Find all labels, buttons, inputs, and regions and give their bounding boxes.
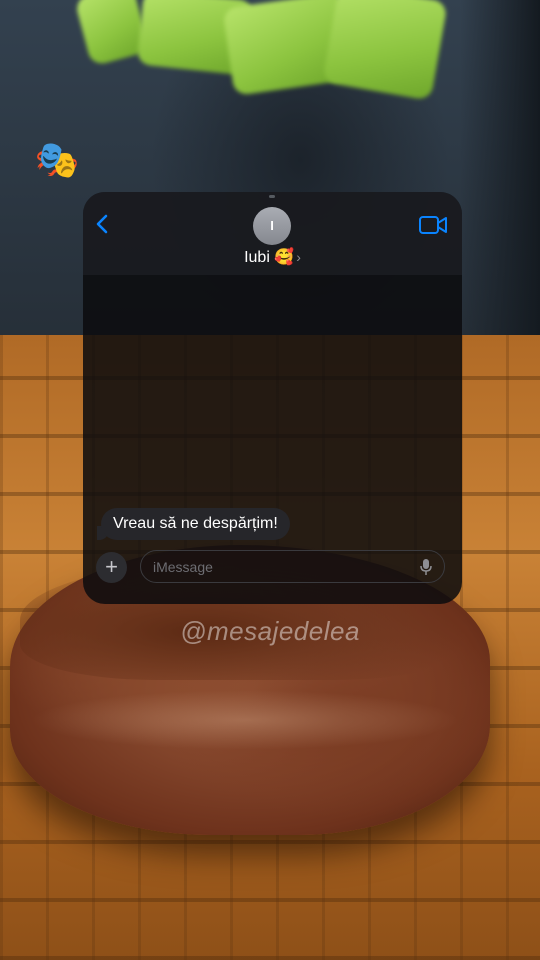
imessage-input[interactable] [140, 550, 445, 583]
chevron-right-icon: › [296, 249, 301, 265]
imessage-card: I Iubi 🥰 › Vreau să ne despărțim! + [83, 192, 462, 604]
contact-name: Iubi [244, 249, 270, 266]
chevron-left-icon[interactable] [93, 212, 113, 236]
microphone-icon[interactable] [419, 558, 433, 576]
theater-masks-icon: 🎭 [34, 139, 80, 180]
incoming-message-bubble: Vreau să ne despărțim! [101, 508, 290, 540]
smiling-face-hearts-icon: 🥰 [274, 249, 295, 266]
camera-notch [269, 195, 275, 198]
video-camera-icon[interactable] [418, 214, 448, 236]
watermark: @mesajedelea [180, 616, 360, 646]
contact-avatar[interactable]: I [253, 207, 291, 245]
patty-seam [30, 690, 460, 750]
contact-name-row[interactable]: Iubi 🥰 › [83, 246, 462, 268]
add-attachment-button[interactable]: + [96, 552, 127, 583]
background-edge [460, 0, 540, 340]
